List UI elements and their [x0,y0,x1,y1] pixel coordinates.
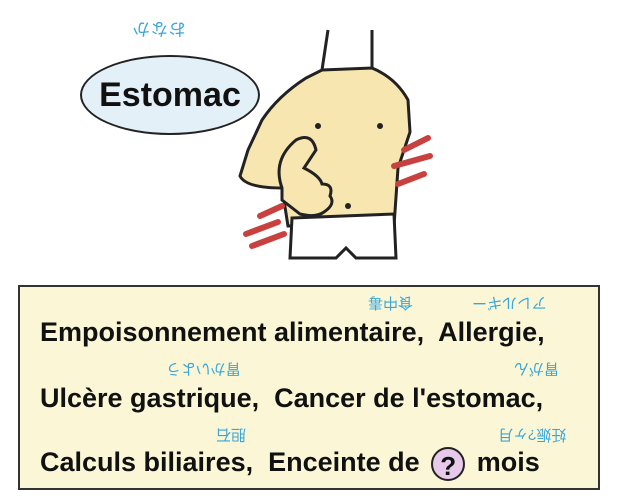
ruby-ulcer: 胃かいよう [166,360,241,377]
condition-food-poisoning: Empoisonnement alimentaire, [40,317,425,347]
ruby-stomach-cancer: 胃がん [514,360,560,377]
condition-allergy: Allergie, [438,317,545,347]
months-blank-marker: ? [431,447,466,481]
condition-line-2: Ulcère gastrique, Cancer de l'estomac, [40,383,543,414]
shorts [288,212,398,260]
ruby-pregnant: 妊娠?ヶ月 [498,426,567,443]
condition-pregnant-prefix: Enceinte de [268,447,420,478]
ruby-allergy: アレルギー [472,294,548,311]
conditions-panel: 食中毒 アレルギー Empoisonnement alimentaire, Al… [18,285,600,490]
nipple-right [377,123,383,129]
condition-gallstones: Calculs biliaires, [40,447,254,478]
ruby-food-poisoning: 食中毒 [368,294,414,311]
condition-gastric-ulcer: Ulcère gastrique, [40,383,260,413]
stomach-illustration: おなか Estomac [0,0,622,290]
condition-line-1: Empoisonnement alimentaire, Allergie, [40,317,545,348]
ruby-gallstones: 胆石 [216,426,247,443]
condition-pregnant-suffix: mois [476,447,540,478]
neck [320,29,374,71]
navel [345,203,351,209]
nipple-left [315,123,321,129]
body-figure [238,29,433,260]
condition-line-3: Calculs biliaires, Enceinte de ? mois [40,447,540,481]
condition-stomach-cancer: Cancer de l'estomac, [274,383,544,413]
